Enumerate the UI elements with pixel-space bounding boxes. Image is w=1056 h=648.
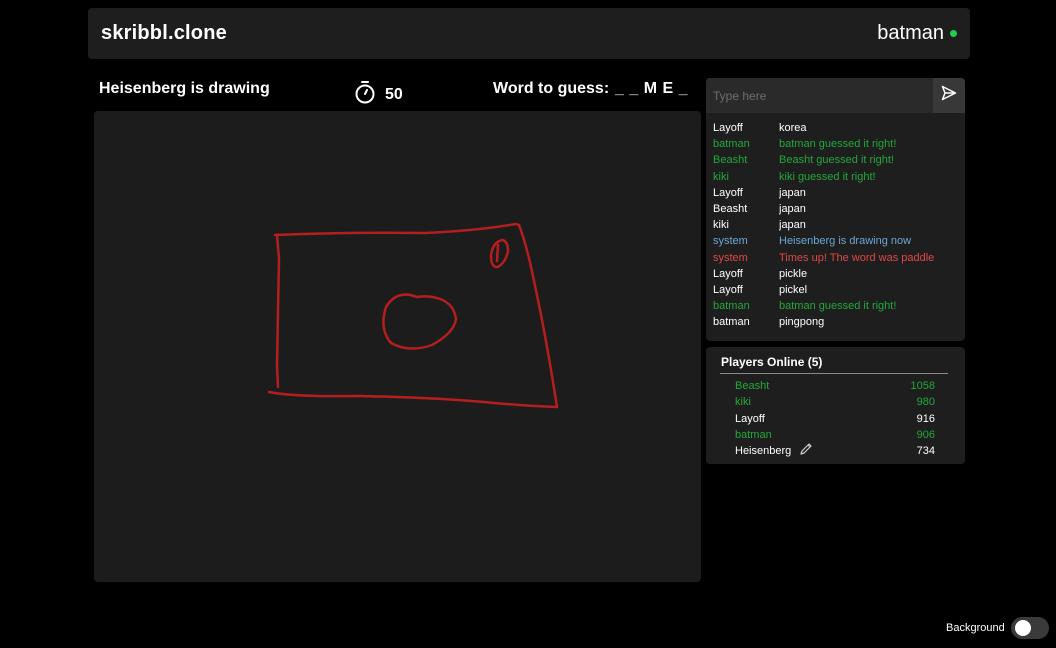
word-to-guess-label: Word to guess: <box>493 80 610 97</box>
chat-message: batman batman guessed it right! <box>713 136 963 152</box>
chat-message: Beasht japan <box>713 201 963 217</box>
chat-message: batman pingpong <box>713 314 963 330</box>
drawer-status: Heisenberg is drawing <box>99 80 270 97</box>
current-user: batman <box>877 22 957 45</box>
background-toggle-group: Background <box>946 617 1049 639</box>
chat-message-author: Layoff <box>713 122 743 134</box>
chat-message-author: kiki <box>713 219 729 232</box>
chat-message-author: Layoff <box>713 267 743 280</box>
chat-message-text: japan <box>779 219 806 232</box>
chat-message-author: system <box>713 251 748 264</box>
chat-message-text: pingpong <box>779 316 825 329</box>
drawing-strokes <box>267 222 559 409</box>
player-score: 734 <box>916 445 935 458</box>
chat-message-text: Beasht guessed it right! <box>779 154 894 167</box>
chat-message-text: kiki guessed it right! <box>779 170 876 183</box>
chat-message-author: Beasht <box>713 154 748 167</box>
chat-input-row <box>706 78 965 113</box>
chat-panel: Layoff korea batman batman guessed it right… <box>706 78 965 341</box>
players-title: Players Online (5) <box>721 355 823 369</box>
players-panel: Players Online (5) Beasht 1058 kiki 980 Layo… <box>706 347 965 464</box>
chat-message: Layoff japan <box>713 185 963 201</box>
online-status-dot <box>950 30 957 37</box>
player-name-group: batman <box>735 427 772 443</box>
background-label: Background <box>946 622 1005 634</box>
top-bar: skribbl.clone batman <box>88 8 970 59</box>
toggle-knob <box>1014 620 1031 636</box>
player-name: Layoff <box>735 412 765 425</box>
player-row: batman 906 <box>735 427 935 443</box>
player-row: kiki 980 <box>735 394 935 410</box>
chat-message-text: pickle <box>779 267 808 280</box>
chat-message: batman batman guessed it right! <box>713 298 963 314</box>
chat-message-author: kiki <box>713 170 729 183</box>
player-name-group: Heisenberg <box>735 443 813 459</box>
player-score: 980 <box>916 396 935 409</box>
chat-message-author: Beasht <box>713 202 748 215</box>
username: batman <box>877 22 944 44</box>
game-status-row: Heisenberg is drawing 50 Word to guess: … <box>99 80 699 115</box>
chat-message-author: Layoff <box>713 283 743 296</box>
chat-message: Beasht Beasht guessed it right! <box>713 152 963 168</box>
chat-input[interactable] <box>706 78 933 113</box>
round-timer: 50 <box>354 80 403 109</box>
chat-message-text: Times up! The word was paddle <box>779 251 935 264</box>
chat-message-text: Heisenberg is drawing now <box>779 235 912 248</box>
chat-message-author: batman <box>713 300 750 313</box>
chat-message: system Times up! The word was paddle <box>713 250 963 266</box>
player-name-group: kiki <box>735 394 751 410</box>
chat-message-text: japan <box>779 202 806 215</box>
send-icon <box>941 85 957 106</box>
chat-message: kiki kiki guessed it right! <box>713 169 963 185</box>
chat-message-text: korea <box>779 122 807 134</box>
player-score: 906 <box>916 428 935 441</box>
chat-message-text: batman guessed it right! <box>779 138 897 151</box>
player-name: batman <box>735 428 772 441</box>
player-name-group: Layoff <box>735 411 765 427</box>
chat-message: Layoff pickel <box>713 282 963 298</box>
player-name: Heisenberg <box>735 445 792 458</box>
player-row: Heisenberg 734 <box>735 443 935 459</box>
player-list: Beasht 1058 kiki 980 Layoff 916 batman 906 Heise… <box>735 378 935 459</box>
player-row: Layoff 916 <box>735 411 935 427</box>
chat-message: system Heisenberg is drawing now <box>713 233 963 249</box>
chat-message: Layoff korea <box>713 120 963 136</box>
background-toggle[interactable] <box>1010 617 1049 639</box>
player-row: Beasht 1058 <box>735 378 935 394</box>
player-name-group: Beasht <box>735 378 769 394</box>
player-score: 1058 <box>910 380 935 392</box>
chat-message: Layoff pickle <box>713 266 963 282</box>
send-button[interactable] <box>933 78 965 113</box>
timer-value: 50 <box>385 85 403 103</box>
chat-message-text: batman guessed it right! <box>779 300 897 313</box>
drawing-canvas[interactable] <box>94 111 701 582</box>
player-score: 916 <box>916 412 935 425</box>
app-title: skribbl.clone <box>101 22 227 44</box>
chat-message-author: system <box>713 235 748 248</box>
chat-messages: Layoff korea batman batman guessed it right… <box>713 120 963 335</box>
players-divider <box>720 373 948 374</box>
player-name: Beasht <box>735 380 770 392</box>
chat-message-author: Layoff <box>713 186 743 199</box>
stopwatch-icon <box>354 80 376 109</box>
chat-message: kiki japan <box>713 217 963 233</box>
chat-message-text: pickel <box>779 283 808 296</box>
chat-message-author: batman <box>713 316 750 329</box>
player-name: kiki <box>735 396 751 409</box>
chat-message-author: batman <box>713 138 750 151</box>
chat-message-text: japan <box>779 186 806 199</box>
pencil-icon <box>799 442 813 461</box>
